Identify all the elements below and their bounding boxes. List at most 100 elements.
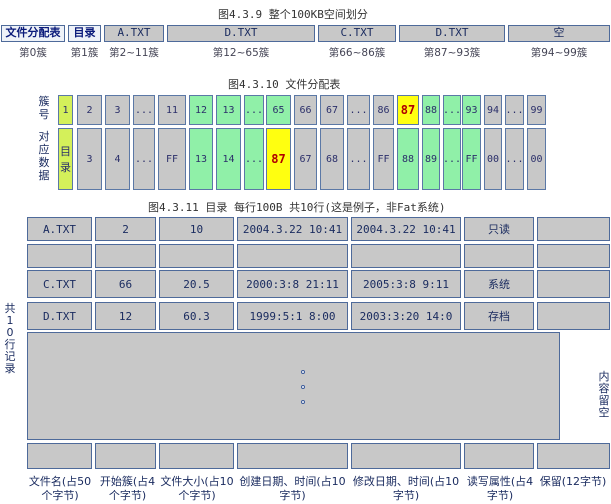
fat-cluster-number-cell: 87: [397, 95, 419, 125]
directory-cell: 系统: [464, 270, 534, 298]
cluster-number-row-label: 簇号: [33, 95, 55, 125]
fat-data-cell: ...: [443, 128, 461, 190]
column-caption: 保留(12字节): [539, 475, 607, 488]
ellipsis-dot-3: [301, 400, 305, 404]
directory-cell: 2: [95, 217, 156, 241]
directory-cell: 60.3: [159, 302, 234, 330]
segment-d-txt-2: D.TXT: [399, 25, 505, 42]
directory-cell: 20.5: [159, 270, 234, 298]
fat-data-cell: 13: [189, 128, 213, 190]
fat-data-cell: ...: [347, 128, 370, 190]
fat-cluster-number-cell: 12: [189, 95, 213, 125]
directory-cell: 10: [159, 217, 234, 241]
ellipsis-dot-2: [301, 385, 305, 389]
column-caption: 开始簇(占4个字节): [99, 475, 156, 502]
fat-data-cell: 00: [527, 128, 546, 190]
fat-cluster-number-cell: 67: [320, 95, 344, 125]
fig1-caption: 图4.3.9 整个100KB空间划分: [218, 8, 368, 21]
directory-cell: [537, 217, 610, 241]
directory-cell: [27, 244, 92, 268]
column-caption: 文件名(占50个字节): [28, 475, 92, 502]
segment-directory: 目录: [68, 25, 101, 42]
directory-cell: [237, 244, 348, 268]
directory-cell: 1999:5:1 8:00: [237, 302, 348, 330]
segment-c-txt: C.TXT: [318, 25, 396, 42]
fat-cluster-number-cell: 88: [422, 95, 440, 125]
column-caption: 读写属性(占4字节): [466, 475, 534, 502]
fat-cluster-number-cell: 11: [158, 95, 186, 125]
fat-cluster-number-cell: ...: [244, 95, 264, 125]
directory-cell: [537, 443, 610, 469]
directory-cell: 存档: [464, 302, 534, 330]
fat-data-cell: 88: [397, 128, 419, 190]
directory-cell: 2003:3:20 14:0: [351, 302, 461, 330]
fat-data-cell: FF: [462, 128, 481, 190]
fat-data-cell: 00: [484, 128, 502, 190]
directory-cell: 12: [95, 302, 156, 330]
fat-cluster-number-cell: 3: [105, 95, 130, 125]
fat-data-cell: FF: [158, 128, 186, 190]
fat-data-cell: 89: [422, 128, 440, 190]
cluster-label-d-txt-2: 第87~93簇: [423, 47, 481, 59]
column-caption: 创建日期、时间(占10字节): [239, 475, 346, 502]
cluster-label-c-txt: 第66~86簇: [328, 47, 386, 59]
directory-cell: [537, 270, 610, 298]
fat-data-cell: FF: [373, 128, 394, 190]
directory-cell: D.TXT: [27, 302, 92, 330]
cluster-label-d-txt-1: 第12~65簇: [212, 47, 270, 59]
column-caption: 文件大小(占10个字节): [160, 475, 234, 502]
directory-cell: [464, 443, 534, 469]
directory-cell: 2004.3.22 10:41: [237, 217, 348, 241]
fat-data-cell: 14: [216, 128, 241, 190]
fat-cluster-number-cell: 86: [373, 95, 394, 125]
fat-data-cell: 67: [294, 128, 317, 190]
directory-cell: [95, 443, 156, 469]
fig3-caption: 图4.3.11 目录 每行100B 共10行(这是例子，非Fat系统): [148, 201, 446, 214]
directory-cell: 只读: [464, 217, 534, 241]
right-side-label: 内容留空: [597, 371, 611, 419]
left-label-text: 共10行记录: [4, 302, 16, 375]
directory-cell: 2005:3:8 9:11: [351, 270, 461, 298]
cluster-label-directory: 第1簇: [70, 47, 99, 59]
directory-cell: 2004.3.22 10:41: [351, 217, 461, 241]
segment-fat: 文件分配表: [1, 25, 65, 42]
directory-cell: [537, 244, 610, 268]
directory-cell: C.TXT: [27, 270, 92, 298]
fat-cluster-number-cell: 99: [527, 95, 546, 125]
fig2-caption: 图4.3.10 文件分配表: [228, 78, 341, 91]
fat-data-cell: 3: [77, 128, 102, 190]
cluster-label-a-txt: 第2~11簇: [109, 47, 159, 59]
fat-data-cell: 87: [266, 128, 291, 190]
right-label-text: 内容留空: [598, 370, 610, 419]
directory-cell: [351, 443, 461, 469]
ellipsis-dot-1: [301, 370, 305, 374]
directory-cell: [351, 244, 461, 268]
fat-cluster-number-cell: ...: [133, 95, 155, 125]
directory-cell: [159, 244, 234, 268]
column-caption: 修改日期、时间(占10字节): [352, 475, 460, 502]
fat-cluster-number-cell: 66: [294, 95, 317, 125]
directory-collapsed-rows: [27, 332, 560, 440]
fat-cluster-number-cell: ...: [443, 95, 461, 125]
directory-cell: [159, 443, 234, 469]
directory-cell: [464, 244, 534, 268]
segment-a-txt: A.TXT: [104, 25, 164, 42]
fat-data-cell: 4: [105, 128, 130, 190]
fat-data-cell: ...: [505, 128, 524, 190]
fat-cluster-number-cell: 93: [462, 95, 481, 125]
fat-cluster-number-cell: ...: [347, 95, 370, 125]
fat-data-cell: 68: [320, 128, 344, 190]
fat-cluster-number-cell: 13: [216, 95, 241, 125]
segment-empty: 空: [508, 25, 610, 42]
cluster-label-empty: 第94~99簇: [530, 47, 588, 59]
directory-cell: [27, 443, 92, 469]
directory-cell: [537, 302, 610, 330]
directory-cell: [95, 244, 156, 268]
segment-d-txt-1: D.TXT: [167, 25, 315, 42]
fat-cluster-number-cell: 65: [266, 95, 291, 125]
fat-data-cell: 目录: [58, 128, 73, 190]
fat-data-cell: ...: [244, 128, 264, 190]
fat-cluster-number-cell: 94: [484, 95, 502, 125]
fat-data-cell: ...: [133, 128, 155, 190]
directory-cell: [237, 443, 348, 469]
